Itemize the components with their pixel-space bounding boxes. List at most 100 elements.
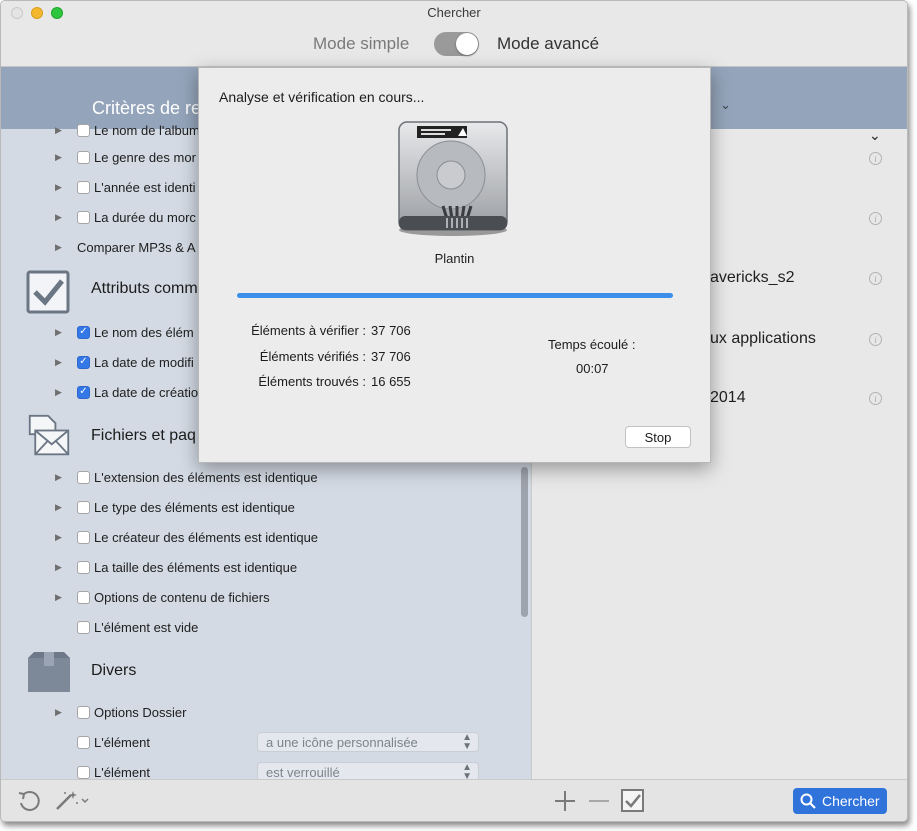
titlebar: Chercher Mode simple Mode avancé (1, 1, 907, 67)
criterion-row[interactable]: ▶ L'extension des éléments est identique (55, 467, 318, 487)
section-title-files: Fichiers et paq (91, 427, 196, 444)
stop-button[interactable]: Stop (625, 426, 691, 448)
criterion-checkbox[interactable] (77, 210, 90, 224)
criterion-row[interactable]: ▶ Options de contenu de fichiers (55, 587, 270, 607)
checkbox-icon[interactable] (621, 789, 644, 812)
criterion-row[interactable]: ▶ Le créateur des éléments est identique (55, 527, 318, 547)
criterion-checkbox[interactable] (77, 530, 90, 544)
hard-disk-icon (398, 121, 508, 236)
criterion-checkbox[interactable] (77, 470, 90, 484)
scan-progress-bar (237, 293, 673, 298)
criterion-row[interactable]: ▶ Le type des éléments est identique (55, 497, 295, 517)
disclosure-triangle-icon[interactable]: ▶ (55, 182, 77, 193)
criterion-checkbox[interactable] (77, 705, 90, 719)
info-icon[interactable]: i (869, 272, 882, 285)
disclosure-triangle-icon[interactable]: ▶ (55, 152, 77, 163)
disk-name: Plantin (434, 251, 475, 266)
minus-icon[interactable] (588, 790, 610, 812)
criterion-checkbox[interactable] (77, 560, 90, 574)
disclosure-triangle-icon[interactable]: ▶ (55, 387, 77, 398)
chevron-down-icon[interactable]: ⌄ (869, 127, 881, 144)
criterion-label: Options Dossier (94, 704, 187, 720)
criterion-checkbox[interactable] (77, 765, 90, 779)
criterion-row[interactable]: ▶ Le genre des mor (55, 147, 196, 167)
disclosure-triangle-icon[interactable]: ▶ (55, 327, 77, 338)
elapsed-time-value: 00:07 (576, 361, 609, 376)
info-icon[interactable]: i (869, 152, 882, 165)
mode-toggle[interactable] (434, 32, 479, 56)
disclosure-triangle-icon[interactable]: ▶ (55, 242, 77, 253)
info-icon[interactable]: i (869, 392, 882, 405)
criterion-label: L'élément est vide (94, 619, 199, 635)
criterion-checkbox[interactable] (77, 500, 90, 514)
result-label: avericks_s2 (710, 269, 795, 286)
disclosure-triangle-icon[interactable]: ▶ (55, 212, 77, 223)
search-button-label: Chercher (822, 793, 880, 809)
criterion-row[interactable]: ▶ Le nom de l'album (55, 120, 200, 140)
info-icon[interactable]: i (869, 212, 882, 225)
stat-label-checked: Éléments vérifiés : (259, 349, 366, 364)
reset-icon[interactable] (17, 789, 41, 813)
criterion-checkbox[interactable] (77, 620, 90, 634)
criteria-title: Critères de re (92, 98, 202, 118)
disclosure-triangle-icon[interactable]: ▶ (55, 592, 77, 603)
criterion-row[interactable]: ▶ L'élément (55, 762, 150, 779)
locked-select[interactable]: est verrouillé ▲ ▼ (257, 762, 479, 779)
criterion-row[interactable]: ▶ Options Dossier (55, 702, 186, 722)
bottom-toolbar: Chercher (1, 779, 907, 821)
mode-simple-label[interactable]: Mode simple (313, 34, 409, 54)
criterion-checkbox[interactable] (77, 590, 90, 604)
elapsed-time-label: Temps écoulé : (548, 337, 636, 352)
criterion-checkbox[interactable] (77, 735, 90, 749)
stat-value-to-check: 37 706 (371, 323, 411, 338)
disclosure-triangle-icon[interactable]: ▶ (55, 502, 77, 513)
select-value: est verrouillé (266, 764, 340, 780)
disclosure-triangle-icon[interactable]: ▶ (55, 562, 77, 573)
info-icon[interactable]: i (869, 333, 882, 346)
disclosure-triangle-icon[interactable]: ▶ (55, 472, 77, 483)
search-button[interactable]: Chercher (793, 788, 887, 814)
envelope-document-icon (28, 414, 70, 456)
criterion-label: Le nom de l'album (94, 122, 200, 138)
criterion-row[interactable]: ▶ ✓ La date de modifi (55, 352, 194, 372)
criterion-label: La date de modifi (94, 354, 194, 370)
window-title: Chercher (427, 5, 481, 20)
criterion-label: Le genre des mor (94, 149, 196, 165)
criterion-checkbox[interactable]: ✓ (77, 325, 90, 339)
section-title-attributes: Attributs comm (91, 280, 198, 297)
mode-advanced-label[interactable]: Mode avancé (497, 34, 599, 54)
criterion-label: L'élément (94, 764, 150, 780)
criterion-checkbox[interactable]: ✓ (77, 385, 90, 399)
magic-wand-icon[interactable] (55, 789, 91, 813)
select-value: a une icône personnalisée (266, 734, 418, 750)
criterion-row[interactable]: ▶ L'année est identi (55, 177, 196, 197)
criterion-checkbox[interactable] (77, 150, 90, 164)
criterion-row[interactable]: ▶ La durée du morc (55, 207, 196, 227)
search-icon (800, 793, 816, 809)
criterion-checkbox[interactable] (77, 180, 90, 194)
criteria-scrollbar[interactable] (521, 467, 528, 617)
criterion-row[interactable]: ▶ La taille des éléments est identique (55, 557, 297, 577)
disclosure-triangle-icon[interactable]: ▶ (55, 125, 77, 136)
criterion-row[interactable]: ▶ L'élément est vide (55, 617, 198, 637)
criterion-label: La date de créatio (94, 384, 199, 400)
disclosure-triangle-icon[interactable]: ▶ (55, 532, 77, 543)
criterion-checkbox[interactable]: ✓ (77, 355, 90, 369)
scan-progress-dialog: Analyse et vérification en cours... Plan… (198, 67, 711, 463)
chevron-down-icon[interactable]: ⌄ (720, 97, 731, 113)
disclosure-triangle-icon[interactable]: ▶ (55, 707, 77, 718)
criterion-row[interactable]: ▶ L'élément (55, 732, 150, 752)
criterion-row[interactable]: ▶ ✓ Le nom des élém (55, 322, 194, 342)
custom-icon-select[interactable]: a une icône personnalisée ▲ ▼ (257, 732, 479, 752)
plus-icon[interactable] (554, 790, 576, 812)
select-arrows-icon: ▲ ▼ (462, 762, 472, 780)
result-label: 2014 (710, 389, 746, 406)
result-label: ux applications (710, 330, 816, 347)
criterion-checkbox[interactable] (77, 123, 90, 137)
stat-label-to-check: Éléments à vérifier : (251, 323, 366, 338)
disclosure-triangle-icon[interactable]: ▶ (55, 357, 77, 368)
criterion-label: Le type des éléments est identique (94, 499, 295, 515)
criterion-row[interactable]: ▶ ✓ La date de créatio (55, 382, 198, 402)
criterion-row[interactable]: ▶ Comparer MP3s & A (55, 237, 196, 257)
stat-value-found: 16 655 (371, 374, 411, 389)
